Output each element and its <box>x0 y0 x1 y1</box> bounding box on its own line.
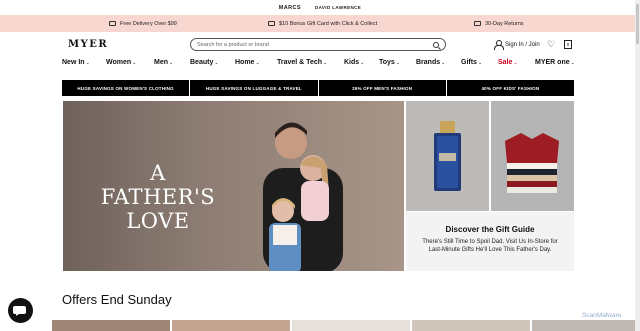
banner-kids-fashion[interactable]: 40% OFF KIDS' FASHION <box>446 80 574 96</box>
chevron-down-icon: ⌄ <box>323 60 328 66</box>
wishlist-icon[interactable]: ♡ <box>547 40 555 49</box>
scrollbar-thumb[interactable] <box>636 4 639 44</box>
returns-icon <box>474 21 481 26</box>
search-bar[interactable] <box>190 38 446 51</box>
brand-switcher: MARCS DAVID LAWRENCE <box>0 0 640 15</box>
hero-banner[interactable]: A FATHER'S LOVE <box>63 101 404 271</box>
chevron-down-icon: ⌄ <box>132 60 137 66</box>
myer-logo[interactable]: MYER <box>68 39 108 50</box>
chevron-down-icon: ⌄ <box>395 60 401 66</box>
chevron-down-icon: ⌄ <box>214 60 219 66</box>
banner-luggage-travel[interactable]: HUGE SAVINGS ON LUGGAGE & TRAVEL <box>190 80 318 96</box>
chevron-down-icon: ⌄ <box>441 60 446 66</box>
promo-free-delivery[interactable]: Free Delivery Over $99 <box>109 21 177 27</box>
page-scrollbar[interactable] <box>635 0 640 331</box>
hero-family-photo <box>263 122 343 271</box>
fragrance-product-image[interactable] <box>406 101 489 211</box>
offer-card[interactable] <box>412 320 530 331</box>
nav-item-kids[interactable]: Kids⌄ <box>344 59 364 66</box>
offer-card[interactable] <box>532 320 635 331</box>
search-icon[interactable] <box>433 41 439 48</box>
hero-title: A FATHER'S LOVE <box>100 161 216 233</box>
gift-guide-title: Discover the Gift Guide <box>445 225 535 234</box>
nav-item-myer-one[interactable]: MYER one⌄ <box>535 59 575 66</box>
nav-item-men[interactable]: Men⌄ <box>154 59 173 66</box>
offers-heading: Offers End Sunday <box>62 292 172 307</box>
site-header: MYER Sign In / Join ♡ 0 <box>0 32 640 56</box>
polo-shirts-product-image[interactable] <box>491 101 574 211</box>
nav-item-toys[interactable]: Toys⌄ <box>379 59 400 66</box>
gift-card-icon <box>268 21 275 26</box>
bag-count: 0 <box>566 42 570 47</box>
shopping-bag-icon[interactable]: 0 <box>564 40 572 49</box>
nav-item-new-in[interactable]: New In⌄ <box>62 59 90 66</box>
nav-item-women[interactable]: Women⌄ <box>106 59 136 66</box>
chevron-down-icon: ⌄ <box>85 60 90 66</box>
sign-in-link[interactable]: Sign In / Join <box>493 40 540 50</box>
chevron-down-icon: ⌄ <box>360 60 365 66</box>
nav-item-travel-tech[interactable]: Travel & Tech⌄ <box>277 59 327 66</box>
promo-returns[interactable]: 30-Day Returns <box>474 21 524 27</box>
offer-card[interactable] <box>172 320 290 331</box>
promo-bonus-gift-card[interactable]: $10 Bonus Gift Card with Click & Collect <box>268 21 377 27</box>
chevron-down-icon: ⌄ <box>255 60 260 66</box>
nav-item-brands[interactable]: Brands⌄ <box>416 59 445 66</box>
truck-icon <box>109 21 116 26</box>
nav-item-beauty[interactable]: Beauty⌄ <box>190 59 219 66</box>
chat-bubble-icon <box>13 306 26 316</box>
chevron-down-icon: ⌄ <box>169 60 174 66</box>
offers-carousel <box>52 320 640 331</box>
brand-link-marcs[interactable]: MARCS <box>279 5 301 11</box>
search-input[interactable] <box>197 41 422 48</box>
offer-card[interactable] <box>52 320 170 331</box>
nav-item-gifts[interactable]: Gifts⌄ <box>461 59 482 66</box>
gift-guide-description: There's Still Time to Spoil Dad. Visit U… <box>422 239 558 253</box>
chat-button[interactable] <box>8 298 33 323</box>
chevron-down-icon: ⌄ <box>477 60 483 66</box>
brand-link-david-lawrence[interactable]: DAVID LAWRENCE <box>315 5 361 10</box>
watermark: ScanMalware <box>582 312 622 319</box>
gift-guide-panel[interactable]: Discover the Gift Guide There's Still Ti… <box>406 212 574 271</box>
banner-mens-fashion[interactable]: 25% OFF MEN'S FASHION <box>318 80 446 96</box>
account-icon <box>493 40 504 50</box>
nav-item-home[interactable]: Home⌄ <box>235 59 260 66</box>
banner-womens-clothing[interactable]: HUGE SAVINGS ON WOMEN'S CLOTHING <box>62 80 190 96</box>
offer-card[interactable] <box>292 320 410 331</box>
chevron-down-icon: ⌄ <box>570 60 575 66</box>
nav-item-sale[interactable]: Sale⌄ <box>498 59 518 66</box>
promo-banners: HUGE SAVINGS ON WOMEN'S CLOTHING HUGE SA… <box>62 80 574 96</box>
promo-strip: Free Delivery Over $99 $10 Bonus Gift Ca… <box>0 15 640 32</box>
chevron-down-icon: ⌄ <box>513 60 518 66</box>
main-nav: New In⌄ Women⌄ Men⌄ Beauty⌄ Home⌄ Travel… <box>0 57 640 71</box>
